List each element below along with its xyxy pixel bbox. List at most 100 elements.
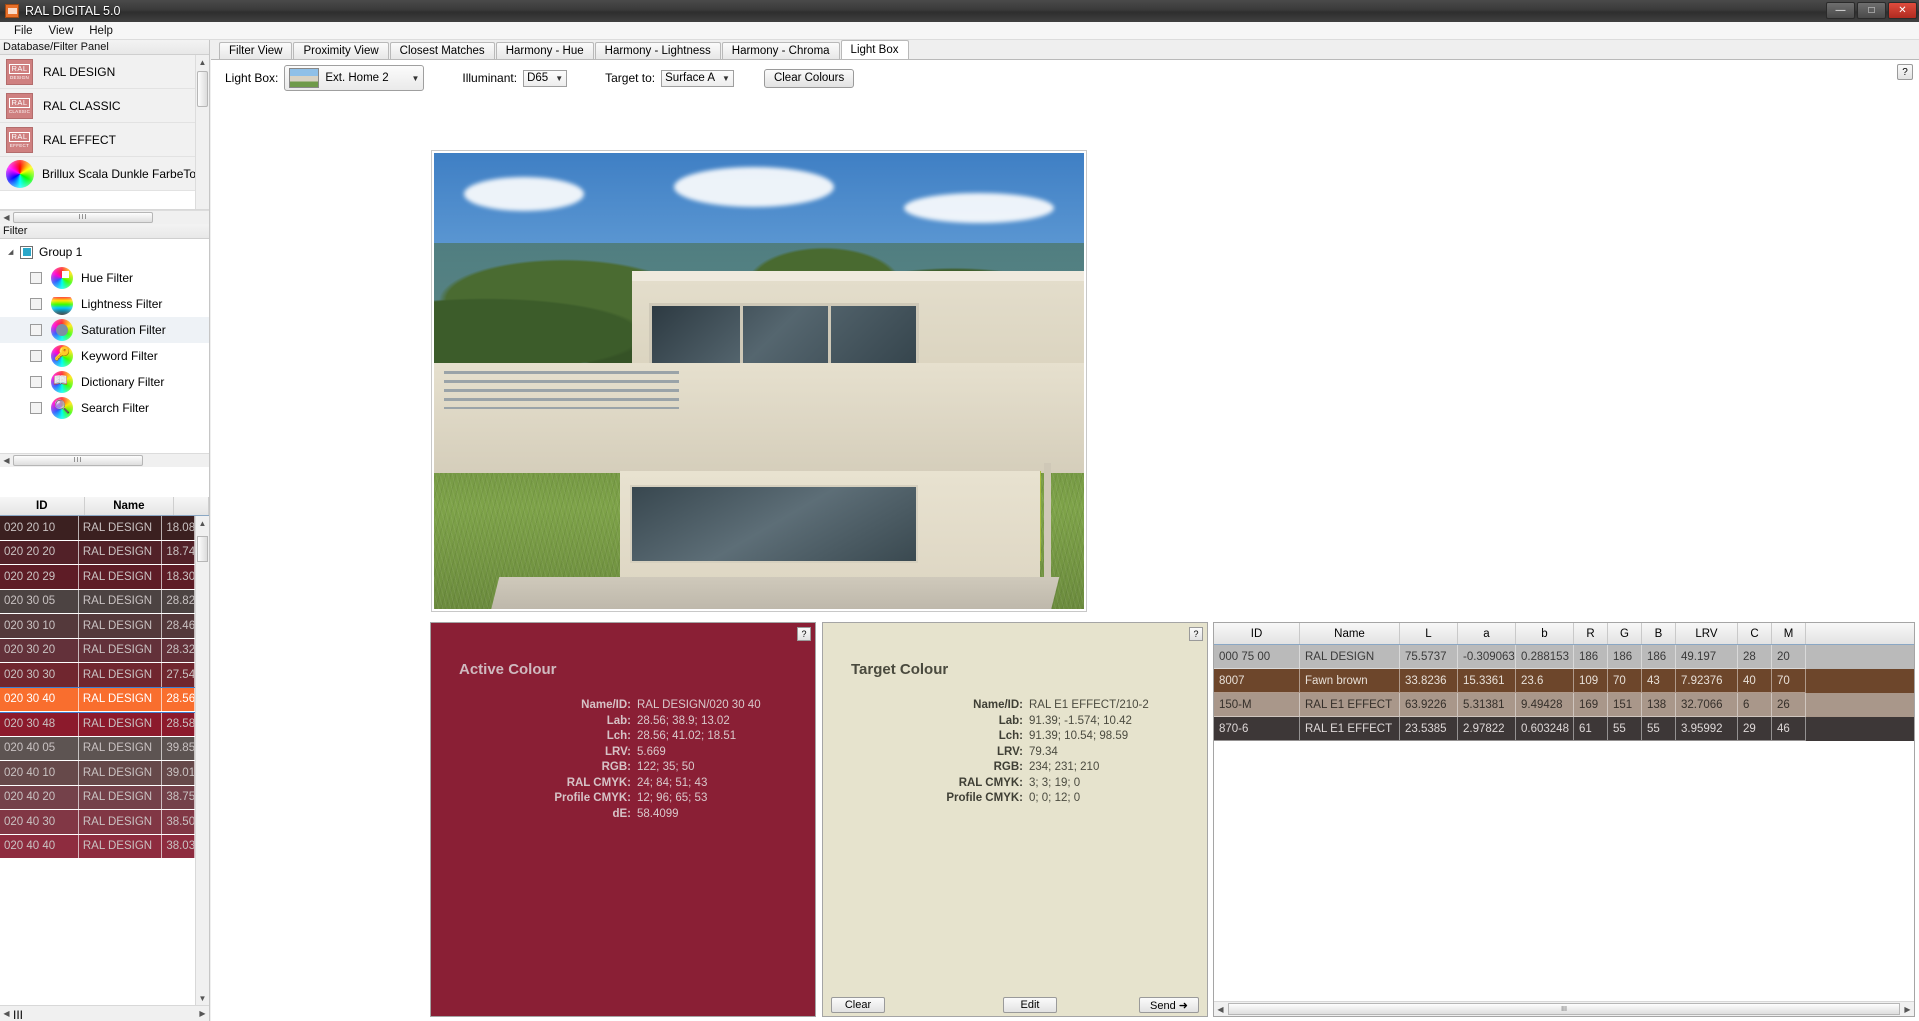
colour-list-vertical-scrollbar[interactable]: ▲ ▼	[195, 516, 209, 1005]
results-grid-body[interactable]: 000 75 00 RAL DESIGN 75.5737 -0.309063 0.288…	[1214, 645, 1914, 741]
tab-harmony-hue[interactable]: Harmony - Hue	[495, 42, 594, 59]
scroll-right-arrow-icon[interactable]: ▶	[196, 1009, 209, 1018]
filter-item-hue[interactable]: Hue Filter	[0, 265, 209, 291]
results-column-header-l[interactable]: L	[1400, 623, 1458, 644]
filter-tree[interactable]: ◢ Group 1 Hue Filter Lightness Filter Sa…	[0, 239, 209, 467]
light-box-select[interactable]: Ext. Home 2 ▼	[284, 65, 425, 91]
column-header-value[interactable]	[174, 497, 209, 515]
edit-button[interactable]: Edit	[1003, 997, 1057, 1013]
tab-proximity-view[interactable]: Proximity View	[293, 42, 389, 59]
saturation-filter-checkbox[interactable]	[30, 324, 42, 336]
table-row[interactable]: 020 30 40RAL DESIGN28.561	[0, 686, 195, 713]
tab-light-box[interactable]: Light Box	[840, 40, 909, 59]
help-button[interactable]: ?	[1897, 64, 1913, 80]
chevron-down-icon[interactable]: ▼	[722, 74, 730, 83]
close-button[interactable]: ✕	[1888, 2, 1917, 19]
results-column-header-m[interactable]: M	[1772, 623, 1806, 644]
chevron-down-icon[interactable]: ▼	[555, 74, 563, 83]
search-filter-checkbox[interactable]	[30, 402, 42, 414]
filter-group-row[interactable]: ◢ Group 1	[0, 239, 209, 265]
scroll-thumb[interactable]: III	[13, 212, 153, 223]
lightness-filter-checkbox[interactable]	[30, 298, 42, 310]
database-list-horizontal-scrollbar[interactable]: ◀ III	[0, 210, 209, 224]
hue-filter-checkbox[interactable]	[30, 272, 42, 284]
database-item-ral-effect[interactable]: RAL EFFECT RAL EFFECT	[0, 123, 209, 157]
results-grid[interactable]: ID Name La b R G B LRV C M 000 75 00 RAL DESIGN 75.…	[1213, 622, 1915, 1017]
table-row[interactable]: 020 30 48RAL DESIGN28.583	[0, 712, 195, 737]
scroll-up-arrow-icon[interactable]: ▲	[196, 516, 209, 530]
results-row[interactable]: 8007 Fawn brown 33.8236 15.3361 23.6 109 70 43 7…	[1214, 669, 1914, 693]
table-row[interactable]: 020 30 05RAL DESIGN28.826	[0, 589, 195, 614]
minimize-button[interactable]: —	[1826, 2, 1855, 19]
results-column-header-lrv[interactable]: LRV	[1676, 623, 1738, 644]
filter-item-lightness[interactable]: Lightness Filter	[0, 291, 209, 317]
scroll-thumb[interactable]: III	[13, 455, 143, 466]
database-list[interactable]: RAL DESIGN RAL DESIGN RAL CLASSIC RAL CL…	[0, 55, 209, 210]
chevron-down-icon[interactable]: ▼	[411, 74, 419, 83]
results-column-header-c[interactable]: C	[1738, 623, 1772, 644]
table-row[interactable]: 020 30 20RAL DESIGN28.321	[0, 638, 195, 663]
light-box-preview[interactable]	[431, 150, 1087, 612]
filter-horizontal-scrollbar[interactable]: ◀ III	[0, 453, 209, 467]
table-row[interactable]: 020 20 10RAL DESIGN18.084	[0, 516, 195, 541]
tab-closest-matches[interactable]: Closest Matches	[389, 42, 495, 59]
results-row[interactable]: 870-6 RAL E1 EFFECT 23.5385 2.97822 0.603248…	[1214, 717, 1914, 741]
dictionary-filter-checkbox[interactable]	[30, 376, 42, 388]
filter-item-search[interactable]: Search Filter	[0, 395, 209, 421]
results-grid-horizontal-scrollbar[interactable]: ◀ III ▶	[1214, 1001, 1914, 1016]
scroll-down-arrow-icon[interactable]: ▼	[196, 991, 209, 1005]
results-column-header-g[interactable]: G	[1608, 623, 1642, 644]
table-row[interactable]: 020 30 30RAL DESIGN27.548	[0, 663, 195, 688]
scroll-left-arrow-icon[interactable]: ◀	[0, 213, 13, 222]
filter-item-dictionary[interactable]: Dictionary Filter	[0, 369, 209, 395]
keyword-filter-checkbox[interactable]	[30, 350, 42, 362]
clear-button[interactable]: Clear	[831, 997, 885, 1013]
menu-item-view[interactable]: View	[41, 24, 82, 38]
scroll-right-arrow-icon[interactable]: ▶	[1901, 1005, 1914, 1014]
table-row[interactable]: 020 40 10RAL DESIGN39.013	[0, 761, 195, 786]
column-header-id[interactable]: ID	[0, 497, 85, 515]
tab-harmony-chroma[interactable]: Harmony - Chroma	[721, 42, 840, 59]
maximize-button[interactable]: □	[1857, 2, 1886, 19]
view-tabs[interactable]: Filter View Proximity View Closest Matches…	[211, 40, 1919, 59]
clear-colours-button[interactable]: Clear Colours	[763, 68, 855, 88]
menu-item-help[interactable]: Help	[81, 24, 121, 38]
send-button[interactable]: Send ➜	[1139, 997, 1199, 1013]
scroll-left-arrow-icon[interactable]: ◀	[0, 456, 13, 465]
table-row[interactable]: 020 40 30RAL DESIGN38.508	[0, 810, 195, 835]
scroll-thumb[interactable]	[197, 536, 208, 562]
expand-collapse-icon[interactable]: ◢	[8, 248, 20, 256]
column-header-name[interactable]: Name	[85, 497, 175, 515]
results-column-header-name[interactable]: Name	[1300, 623, 1400, 644]
database-list-vertical-scrollbar[interactable]: ▲	[195, 55, 209, 209]
database-item-ral-design[interactable]: RAL DESIGN RAL DESIGN	[0, 55, 209, 89]
tab-filter-view[interactable]: Filter View	[219, 42, 293, 59]
results-column-header-a[interactable]: a	[1458, 623, 1516, 644]
colour-list-horizontal-scrollbar[interactable]: ◀ III ▶	[0, 1005, 209, 1021]
results-column-header-id[interactable]: ID	[1214, 623, 1300, 644]
scroll-thumb[interactable]: III	[13, 1008, 148, 1021]
scroll-left-arrow-icon[interactable]: ◀	[1214, 1005, 1227, 1014]
results-column-header-b[interactable]: B	[1642, 623, 1676, 644]
results-row[interactable]: 150-M RAL E1 EFFECT 63.9226 5.31381 9.49428 1…	[1214, 693, 1914, 717]
colour-list-table[interactable]: ID Name 020 20 10RAL DESIGN18.084020 20 …	[0, 497, 209, 1021]
menu-item-file[interactable]: File	[6, 24, 41, 38]
table-row[interactable]: 020 20 20RAL DESIGN18.744	[0, 540, 195, 565]
scroll-thumb[interactable]	[197, 71, 208, 107]
results-column-header-r[interactable]: R	[1574, 623, 1608, 644]
results-row[interactable]: 000 75 00 RAL DESIGN 75.5737 -0.309063 0.288…	[1214, 645, 1914, 669]
table-row[interactable]: 020 20 29RAL DESIGN18.306	[0, 565, 195, 590]
database-item-brillux-scala[interactable]: Brillux Scala Dunkle FarbeTone (Dark	[0, 157, 209, 191]
database-item-ral-classic[interactable]: RAL CLASSIC RAL CLASSIC	[0, 89, 209, 123]
scroll-left-arrow-icon[interactable]: ◀	[0, 1009, 13, 1018]
table-row[interactable]: 020 40 05RAL DESIGN39.850	[0, 736, 195, 761]
table-body[interactable]: 020 20 10RAL DESIGN18.084020 20 20RAL DE…	[0, 516, 195, 1005]
filter-item-keyword[interactable]: Keyword Filter	[0, 343, 209, 369]
results-column-header-b[interactable]: b	[1516, 623, 1574, 644]
table-row[interactable]: 020 40 40RAL DESIGN38.037	[0, 834, 195, 859]
illuminant-select[interactable]: D65 ▼	[523, 69, 568, 87]
table-row[interactable]: 020 40 20RAL DESIGN38.754	[0, 785, 195, 810]
table-row[interactable]: 020 30 10RAL DESIGN28.466	[0, 614, 195, 639]
target-to-select[interactable]: Surface A ▼	[661, 69, 734, 87]
filter-item-saturation[interactable]: Saturation Filter	[0, 317, 209, 343]
